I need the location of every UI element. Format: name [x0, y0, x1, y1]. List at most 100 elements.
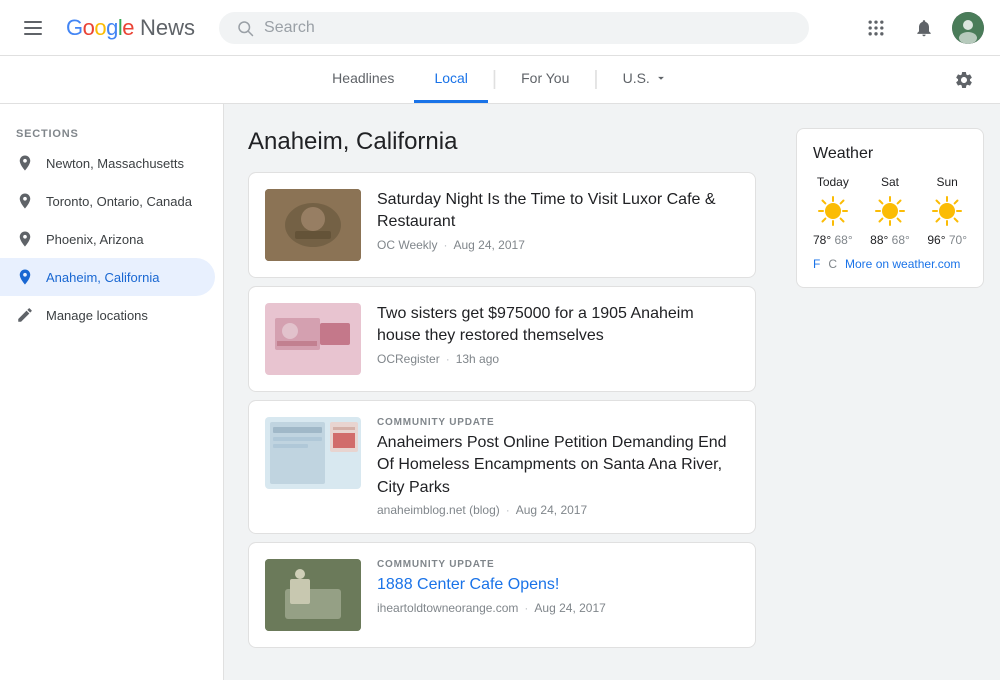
header-right [856, 8, 984, 48]
news-content-4: COMMUNITY UPDATE 1888 Center Cafe Opens!… [377, 559, 739, 631]
sun-icon-sun [931, 195, 963, 227]
news-wordmark: News [140, 15, 195, 41]
thumb-image-3 [265, 417, 361, 489]
search-icon [236, 19, 254, 37]
unit-f[interactable]: F [813, 257, 820, 271]
nav-divider-2: | [593, 68, 598, 91]
weather-label-sun: Sun [936, 175, 957, 189]
sidebar: SECTIONS Newton, Massachusetts Toronto, … [0, 104, 224, 680]
news-time-2: 13h ago [456, 352, 499, 366]
search-input[interactable] [264, 19, 792, 37]
news-headline-3: Anaheimers Post Online Petition Demandin… [377, 432, 739, 499]
thumb-image-2 [265, 303, 361, 375]
news-thumbnail-4 [265, 559, 361, 631]
news-source-4: iheartoldtowneorange.com [377, 601, 518, 615]
app-header: Google News [0, 0, 1000, 56]
sidebar-item-anaheim[interactable]: Anaheim, California [0, 258, 215, 296]
news-meta-3: anaheimblog.net (blog) · Aug 24, 2017 [377, 503, 739, 517]
sidebar-item-newton-label: Newton, Massachusetts [46, 156, 199, 171]
sidebar-item-toronto-label: Toronto, Ontario, Canada [46, 194, 199, 209]
news-source-2: OCRegister [377, 352, 440, 366]
news-headline-4[interactable]: 1888 Center Cafe Opens! [377, 574, 739, 596]
thumb-image-1 [265, 189, 361, 261]
location-icon [16, 192, 34, 210]
avatar[interactable] [952, 12, 984, 44]
edit-icon [16, 306, 34, 324]
location-icon-active [16, 268, 34, 286]
notifications-button[interactable] [904, 8, 944, 48]
weather-day-sun: Sun 96° 70° [927, 175, 967, 247]
gear-icon [954, 70, 974, 90]
news-card-1[interactable]: Saturday Night Is the Time to Visit Luxo… [248, 172, 756, 278]
thumb-image-4 [265, 559, 361, 631]
location-icon [16, 230, 34, 248]
google-news-logo[interactable]: Google News [66, 15, 195, 41]
news-meta-2: OCRegister · 13h ago [377, 352, 739, 366]
tab-for-you[interactable]: For You [501, 56, 589, 103]
location-icon [16, 154, 34, 172]
page-title: Anaheim, California [248, 128, 756, 156]
sections-label: SECTIONS [0, 120, 223, 144]
weather-day-sat: Sat 88° 68° [870, 175, 910, 247]
chevron-down-icon [654, 71, 668, 85]
nav-tabs: Headlines Local | For You | U.S. [0, 56, 1000, 104]
community-badge-3: COMMUNITY UPDATE [377, 417, 739, 428]
weather-label-today: Today [817, 175, 849, 189]
weather-temp-sun: 96° 70° [927, 233, 967, 247]
tab-headlines[interactable]: Headlines [312, 56, 414, 103]
header-left: Google News [16, 13, 195, 43]
news-thumbnail-3 [265, 417, 361, 489]
weather-days: Today 78° 68° [813, 175, 967, 247]
news-headline-1: Saturday Night Is the Time to Visit Luxo… [377, 189, 739, 234]
weather-units: F C More on weather.com [813, 257, 967, 271]
weather-card: Weather Today [796, 128, 984, 288]
weather-day-today: Today 78° 68° [813, 175, 853, 247]
right-panel: Weather Today [780, 104, 1000, 680]
news-meta-4: iheartoldtowneorange.com · Aug 24, 2017 [377, 601, 739, 615]
bell-icon [914, 18, 934, 38]
more-weather-link[interactable]: More on weather.com [845, 257, 960, 271]
nav-divider: | [492, 68, 497, 91]
news-headline-2: Two sisters get $975000 for a 1905 Anahe… [377, 303, 739, 348]
main-content: Anaheim, California Saturday Night Is th… [224, 104, 780, 680]
sidebar-item-phoenix[interactable]: Phoenix, Arizona [0, 220, 215, 258]
news-meta-1: OC Weekly · Aug 24, 2017 [377, 238, 739, 252]
news-thumbnail-1 [265, 189, 361, 261]
apps-icon [866, 18, 886, 38]
sun-icon-today [817, 195, 849, 227]
news-card-3[interactable]: COMMUNITY UPDATE Anaheimers Post Online … [248, 400, 756, 534]
settings-button[interactable] [944, 60, 984, 100]
news-source-1: OC Weekly [377, 238, 437, 252]
news-card-2[interactable]: Two sisters get $975000 for a 1905 Anahe… [248, 286, 756, 392]
weather-title: Weather [813, 145, 967, 163]
sidebar-item-manage-label: Manage locations [46, 308, 199, 323]
sidebar-item-newton[interactable]: Newton, Massachusetts [0, 144, 215, 182]
unit-c[interactable]: C [828, 257, 837, 271]
news-time-3: Aug 24, 2017 [516, 503, 587, 517]
news-time-4: Aug 24, 2017 [534, 601, 605, 615]
news-content-3: COMMUNITY UPDATE Anaheimers Post Online … [377, 417, 739, 517]
news-time-1: Aug 24, 2017 [453, 238, 524, 252]
search-bar[interactable] [219, 12, 809, 44]
news-thumbnail-2 [265, 303, 361, 375]
sidebar-item-anaheim-label: Anaheim, California [46, 270, 199, 285]
sun-icon-sat [874, 195, 906, 227]
weather-temp-sat: 88° 68° [870, 233, 910, 247]
apps-button[interactable] [856, 8, 896, 48]
menu-button[interactable] [16, 13, 50, 43]
sidebar-item-phoenix-label: Phoenix, Arizona [46, 232, 199, 247]
news-content-2: Two sisters get $975000 for a 1905 Anahe… [377, 303, 739, 375]
weather-label-sat: Sat [881, 175, 899, 189]
main-layout: SECTIONS Newton, Massachusetts Toronto, … [0, 104, 1000, 680]
sidebar-item-manage[interactable]: Manage locations [0, 296, 215, 334]
news-content-1: Saturday Night Is the Time to Visit Luxo… [377, 189, 739, 261]
news-card-4[interactable]: COMMUNITY UPDATE 1888 Center Cafe Opens!… [248, 542, 756, 648]
community-badge-4: COMMUNITY UPDATE [377, 559, 739, 570]
avatar-image [952, 12, 984, 44]
news-source-3: anaheimblog.net (blog) [377, 503, 500, 517]
sidebar-item-toronto[interactable]: Toronto, Ontario, Canada [0, 182, 215, 220]
tab-us[interactable]: U.S. [603, 56, 688, 103]
weather-temp-today: 78° 68° [813, 233, 853, 247]
tab-local[interactable]: Local [414, 56, 487, 103]
google-wordmark: Google [66, 15, 134, 41]
